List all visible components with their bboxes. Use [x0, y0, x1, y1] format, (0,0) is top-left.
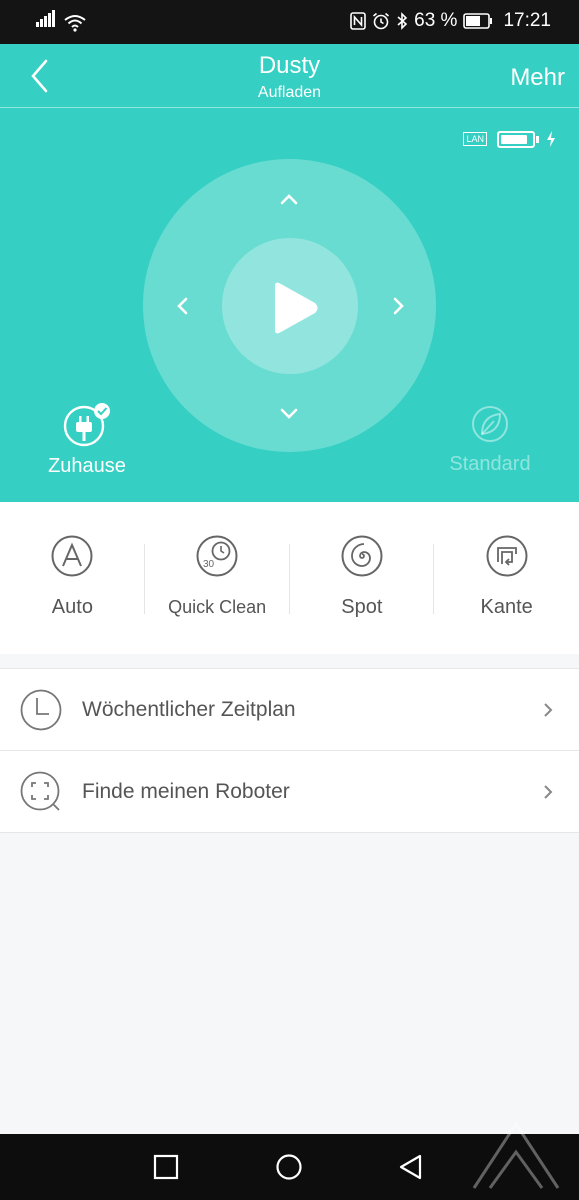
bluetooth-icon: [397, 12, 408, 30]
battery-percent: 63 %: [414, 10, 458, 31]
find-robot-icon: [20, 771, 60, 811]
list-item-find-robot[interactable]: Finde meinen Roboter: [0, 751, 579, 833]
clock-icon: [20, 689, 62, 731]
leaf-icon: [472, 406, 508, 442]
weekly-schedule-label: Wöchentlicher Zeitplan: [82, 698, 296, 721]
chevron-right-icon: [544, 785, 553, 799]
status-bar: 63 % 17:21: [0, 0, 579, 44]
robot-battery-fill: [501, 134, 527, 144]
lan-badge: LAN: [463, 132, 487, 146]
mode-auto[interactable]: Auto: [0, 502, 145, 654]
signal-icon: [36, 10, 56, 32]
nfc-icon: [350, 12, 366, 30]
system-nav-bar: [0, 1121, 579, 1200]
robot-indicators: LAN: [463, 130, 557, 148]
clock-time: 17:21: [503, 10, 551, 31]
charging-icon: [547, 131, 555, 147]
arrow-left-icon[interactable]: [168, 291, 198, 321]
find-robot-label: Finde meinen Roboter: [82, 780, 290, 803]
top-app-bar: Dusty Aufladen Mehr: [0, 44, 579, 108]
mode-quick-clean-label: Quick Clean: [168, 597, 267, 617]
list-item-weekly-schedule[interactable]: Wöchentlicher Zeitplan: [0, 669, 579, 751]
alarm-icon: [373, 12, 390, 30]
dock-plug-icon: [63, 403, 110, 447]
mode-spot-label: Spot: [341, 596, 383, 618]
robot-status: Aufladen: [257, 84, 322, 101]
edge-icon: [486, 535, 528, 577]
robot-control-panel: Dusty Aufladen Mehr LAN Zuhause Standard: [0, 44, 579, 502]
home-label: Zuhause: [48, 455, 126, 477]
spot-icon: [341, 535, 383, 577]
mode-spot[interactable]: Spot: [290, 502, 435, 654]
robot-battery-icon: [497, 130, 539, 148]
more-button[interactable]: Mehr: [510, 64, 565, 92]
arrow-down-icon[interactable]: [274, 399, 304, 429]
chevron-right-icon: [544, 703, 553, 717]
mode-edge[interactable]: Kante: [434, 502, 579, 654]
phone-battery-icon: [463, 13, 493, 29]
recent-apps-icon[interactable]: [153, 1154, 179, 1180]
power-mode-label: Standard: [449, 453, 531, 475]
arrow-right-icon[interactable]: [383, 291, 413, 321]
power-mode-button[interactable]: Standard: [440, 402, 540, 476]
mode-edge-label: Kante: [480, 596, 533, 618]
mode-quick-clean[interactable]: 30 Quick Clean: [145, 502, 290, 654]
auto-mode-icon: [51, 535, 93, 577]
quick-clean-icon: 30: [196, 535, 238, 577]
direction-pad[interactable]: [143, 159, 436, 452]
watermark-logo: [472, 1121, 560, 1189]
mode-auto-label: Auto: [51, 596, 93, 618]
play-icon: [275, 282, 318, 334]
clean-mode-bar: Auto 30 Quick Clean Spot Kante: [0, 502, 579, 654]
robot-name: Dusty: [258, 52, 321, 79]
arrow-up-icon[interactable]: [274, 184, 304, 214]
wifi-icon: [64, 15, 86, 32]
home-icon[interactable]: [276, 1154, 302, 1180]
settings-list: Wöchentlicher Zeitplan Finde meinen Robo…: [0, 668, 579, 833]
start-button[interactable]: [222, 238, 358, 374]
svg-text:30: 30: [203, 559, 215, 570]
back-triangle-icon[interactable]: [398, 1154, 424, 1180]
home-dock-button[interactable]: Zuhause: [42, 402, 132, 478]
